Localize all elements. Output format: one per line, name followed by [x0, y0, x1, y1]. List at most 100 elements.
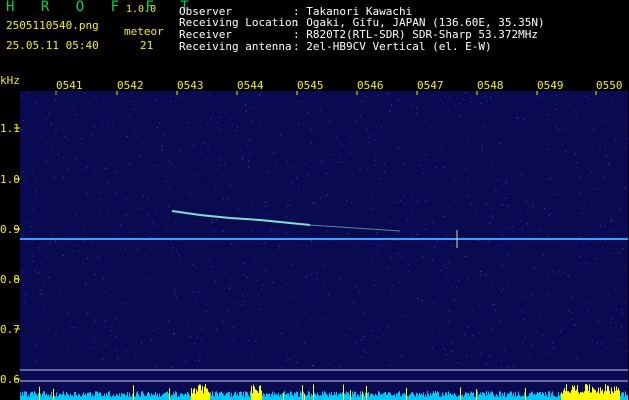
noise-dot: [49, 364, 51, 366]
power-bar: [515, 391, 516, 400]
power-bar: [84, 394, 85, 400]
noise-dot: [200, 338, 202, 340]
noise-dot: [328, 154, 330, 156]
noise-dot: [199, 352, 201, 354]
noise-dot: [564, 164, 566, 166]
noise-dot: [508, 366, 509, 368]
power-bar: [255, 389, 256, 400]
noise-dot: [212, 296, 214, 298]
noise-dot: [84, 284, 86, 286]
noise-dot: [605, 146, 606, 148]
noise-dot: [565, 151, 566, 153]
power-bar: [329, 392, 330, 400]
power-bar: [324, 391, 325, 400]
power-bar: [499, 391, 500, 400]
power-bar: [461, 395, 462, 400]
noise-dot: [167, 217, 169, 219]
noise-dot: [398, 277, 400, 279]
noise-dot: [417, 114, 418, 116]
noise-dot: [621, 311, 623, 313]
power-bar: [583, 392, 584, 400]
noise-dot: [134, 130, 136, 132]
noise-dot: [454, 354, 456, 356]
noise-dot: [78, 250, 80, 252]
power-bar: [432, 393, 433, 400]
power-bar: [380, 394, 381, 400]
noise-dot: [216, 104, 217, 106]
noise-dot: [397, 99, 399, 101]
noise-dot: [541, 283, 543, 284]
power-bar: [591, 392, 592, 400]
noise-dot: [274, 334, 275, 335]
noise-dot: [389, 110, 391, 112]
power-bar: [533, 394, 534, 400]
noise-dot: [101, 127, 103, 129]
noise-dot: [379, 329, 381, 331]
noise-dot: [132, 133, 134, 135]
noise-dot: [168, 187, 170, 189]
noise-dot: [112, 125, 114, 127]
noise-dot: [574, 324, 576, 326]
noise-dot: [137, 358, 139, 360]
noise-dot: [206, 353, 208, 355]
noise-dot: [581, 269, 583, 271]
power-bar: [144, 395, 145, 400]
noise-dot: [168, 206, 169, 208]
noise-dot: [93, 126, 95, 128]
noise-dot: [105, 168, 107, 169]
power-bar: [404, 392, 405, 400]
noise-dot: [495, 189, 497, 191]
power-bar: [330, 394, 331, 400]
noise-dot: [273, 230, 275, 232]
power-bar: [205, 384, 206, 400]
noise-dot: [222, 174, 224, 176]
power-bar: [119, 393, 120, 400]
power-bar: [248, 395, 249, 400]
noise-dot: [562, 271, 564, 273]
noise-dot: [82, 235, 84, 237]
noise-dot: [443, 302, 445, 303]
noise-dot: [473, 194, 475, 196]
noise-dot: [416, 234, 418, 235]
noise-dot: [498, 143, 500, 145]
power-bar: [199, 384, 200, 400]
noise-dot: [241, 154, 243, 155]
noise-dot: [303, 280, 305, 282]
noise-dot: [108, 153, 110, 155]
noise-dot: [151, 268, 153, 269]
noise-dot: [382, 269, 384, 271]
noise-dot: [345, 139, 347, 141]
noise-dot: [279, 245, 280, 247]
noise-dot: [346, 270, 348, 272]
power-bar: [224, 395, 225, 400]
power-bar: [139, 396, 140, 400]
power-bar: [94, 395, 95, 400]
noise-dot: [490, 208, 492, 210]
power-bar: [210, 392, 211, 400]
noise-dot: [66, 312, 68, 314]
power-bar: [120, 396, 121, 400]
noise-dot: [375, 155, 377, 157]
noise-dot: [461, 129, 463, 131]
noise-dot: [382, 95, 384, 97]
noise-dot: [368, 98, 370, 99]
noise-dot: [229, 288, 230, 289]
noise-dot: [453, 180, 455, 182]
noise-dot: [235, 130, 237, 132]
noise-dot: [153, 208, 155, 210]
power-bar: [489, 394, 490, 400]
noise-dot: [319, 219, 321, 221]
noise-dot: [48, 339, 50, 341]
power-bar: [417, 393, 418, 400]
power-bar: [152, 394, 153, 400]
noise-dot: [566, 140, 568, 142]
noise-dot: [171, 132, 173, 134]
noise-dot: [516, 148, 518, 150]
noise-dot: [251, 355, 253, 357]
noise-dot: [41, 293, 43, 295]
noise-dot: [55, 92, 57, 94]
power-bar: [28, 394, 29, 400]
noise-dot: [55, 334, 57, 336]
noise-dot: [151, 339, 153, 341]
power-bar: [521, 396, 522, 400]
